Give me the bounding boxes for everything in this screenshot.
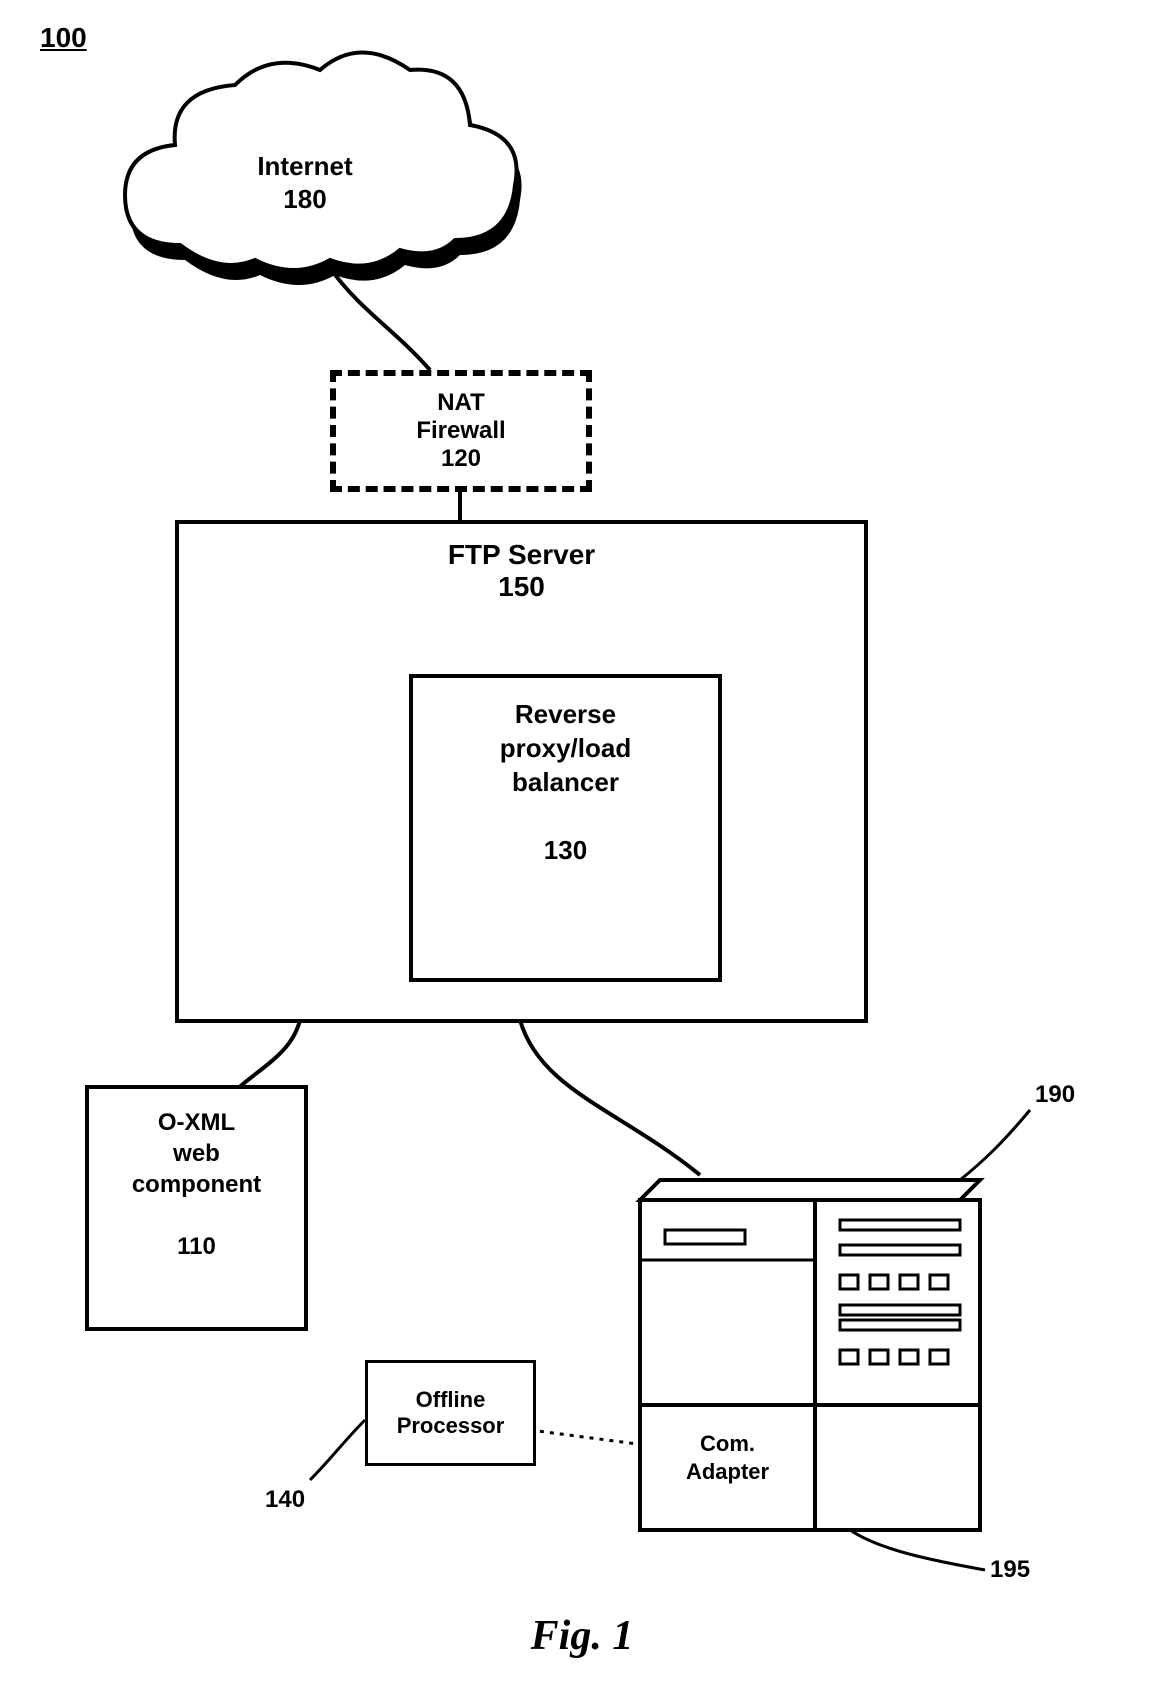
com-text: Com. Adapter [686, 1431, 769, 1484]
callout-leader-190 [960, 1110, 1030, 1180]
com-adapter-label: Com. Adapter [650, 1430, 805, 1485]
callout-195: 195 [990, 1555, 1030, 1585]
internet-text: Internet [257, 151, 352, 181]
connector-internet-to-nat [330, 268, 430, 370]
offline-processor-box: Offline Processor [365, 1360, 536, 1466]
rplb-label: Reverse proxy/load balancer [413, 698, 718, 799]
nat-firewall-box: NAT Firewall 120 [330, 370, 592, 492]
nat-ref: 120 [441, 445, 481, 472]
oxml-label: O-XML web component [89, 1107, 304, 1201]
internet-ref: 180 [283, 184, 326, 214]
rplb-ref: 130 [413, 834, 718, 868]
internet-label: Internet 180 [215, 150, 395, 215]
ftp-server-box: FTP Server 150 Reverse proxy/load balanc… [175, 520, 868, 1023]
offline-label: Offline Processor [397, 1387, 505, 1439]
diagram-canvas: 100 [0, 0, 1164, 1695]
ftp-label: FTP Server [448, 539, 595, 570]
oxml-ref: 110 [89, 1231, 304, 1262]
figure-caption: Fig. 1 [0, 1610, 1164, 1663]
connector-ftp-to-computer [520, 1020, 700, 1175]
callout-190: 190 [1035, 1080, 1075, 1110]
callout-140: 140 [265, 1485, 305, 1515]
connector-offline-to-com [530, 1430, 645, 1445]
callout-leader-195 [850, 1530, 985, 1570]
oxml-box: O-XML web component 110 [85, 1085, 308, 1331]
reverse-proxy-box: Reverse proxy/load balancer 130 [409, 674, 722, 982]
nat-label: NAT Firewall [416, 389, 505, 444]
callout-leader-140 [310, 1420, 365, 1480]
ftp-ref: 150 [498, 571, 545, 602]
